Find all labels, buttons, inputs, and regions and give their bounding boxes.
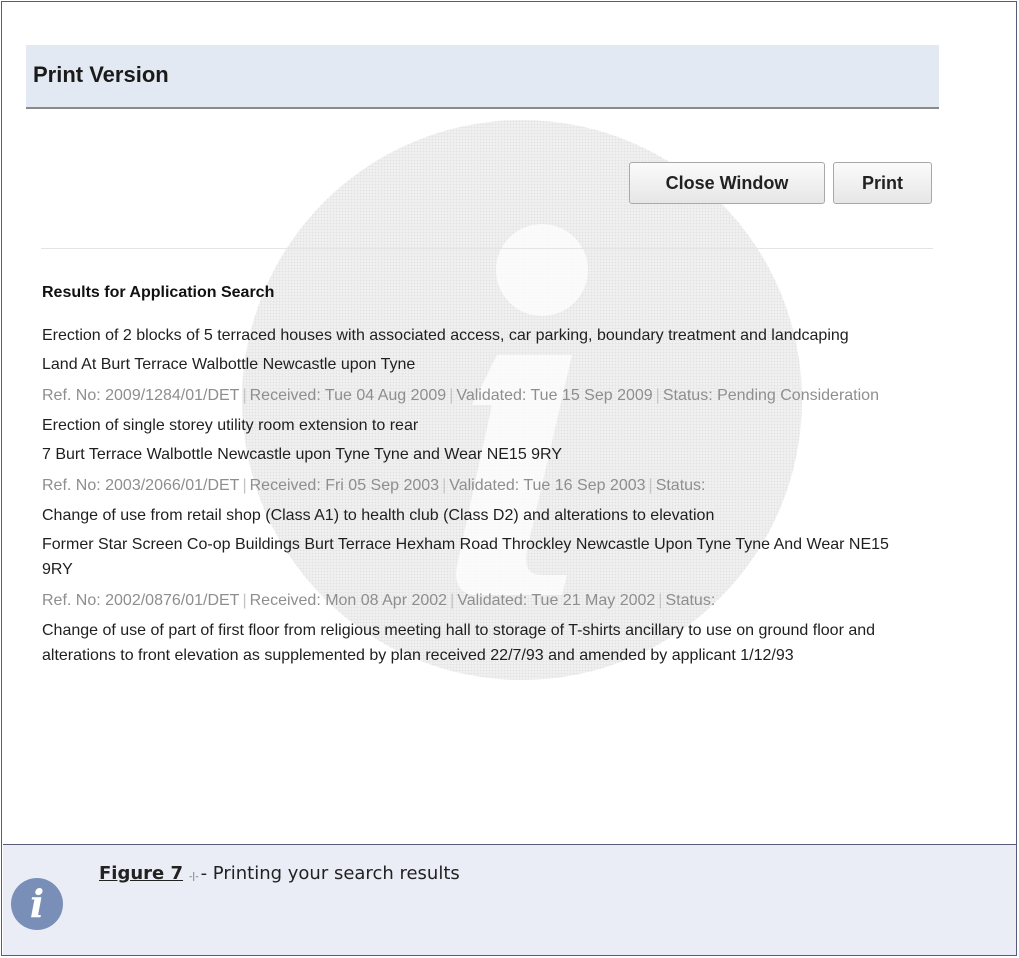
separator: | — [242, 592, 247, 609]
result-received: Received: Tue 04 Aug 2009 — [249, 387, 447, 404]
figure-caption: Figure 7 -|- - Printing your search result… — [99, 863, 460, 884]
result-validated: Validated: Tue 21 May 2002 — [457, 592, 656, 609]
page-title: Print Version — [33, 62, 169, 87]
result-ref: Ref. No: 2002/0876/01/DET — [42, 592, 240, 609]
separator: | — [242, 387, 247, 404]
result-received: Received: Fri 05 Sep 2003 — [249, 477, 440, 494]
result-status: Status: Pending Consideration — [662, 387, 879, 404]
result-address: Land At Burt Terrace Walbottle Newcastle… — [42, 356, 416, 373]
result-item: Change of use of part of first floor fro… — [42, 618, 922, 668]
figure-caption-panel: i Figure 7 -|- - Printing your search resu… — [3, 844, 1016, 955]
result-address: Former Star Screen Co-op Buildings Burt … — [42, 536, 889, 578]
figure-mark: -|- — [189, 872, 199, 882]
print-window: Print Version Close Window Print Results… — [1, 1, 1017, 956]
close-window-button[interactable]: Close Window — [629, 162, 825, 204]
result-status: Status: — [665, 592, 716, 609]
result-description: Change of use from retail shop (Class A1… — [42, 507, 715, 524]
figure-text: - Printing your search results — [200, 863, 460, 884]
result-item: Change of use from retail shop (Class A1… — [42, 503, 922, 613]
result-description: Change of use of part of first floor fro… — [42, 622, 876, 664]
info-icon: i — [11, 878, 63, 930]
divider — [41, 248, 933, 249]
result-item: Erection of 2 blocks of 5 terraced house… — [42, 323, 922, 408]
separator: | — [658, 592, 663, 609]
result-validated: Validated: Tue 16 Sep 2003 — [449, 477, 646, 494]
result-description: Erection of 2 blocks of 5 terraced house… — [42, 327, 849, 344]
result-meta: Ref. No: 2002/0876/01/DET | Received: Mon … — [42, 586, 922, 613]
separator: | — [242, 477, 247, 494]
result-address: 7 Burt Terrace Walbottle Newcastle upon … — [42, 446, 562, 463]
result-meta: Ref. No: 2003/2066/01/DET | Received: Fri … — [42, 471, 922, 498]
result-item: Erection of single storey utility room e… — [42, 413, 922, 498]
separator: | — [648, 477, 653, 494]
result-description: Erection of single storey utility room e… — [42, 417, 419, 434]
result-status: Status: — [655, 477, 706, 494]
separator: | — [450, 592, 455, 609]
result-ref: Ref. No: 2003/2066/01/DET — [42, 477, 240, 494]
result-validated: Validated: Tue 15 Sep 2009 — [456, 387, 653, 404]
result-ref: Ref. No: 2009/1284/01/DET — [42, 387, 240, 404]
results-content: Results for Application Search Erection … — [42, 274, 922, 673]
results-heading: Results for Application Search — [42, 284, 275, 301]
figure-label: Figure 7 — [99, 863, 184, 884]
separator: | — [449, 387, 454, 404]
separator: | — [442, 477, 447, 494]
result-meta: Ref. No: 2009/1284/01/DET | Received: Tue … — [42, 381, 922, 408]
result-received: Received: Mon 08 Apr 2002 — [249, 592, 448, 609]
separator: | — [655, 387, 660, 404]
print-button[interactable]: Print — [833, 162, 932, 204]
